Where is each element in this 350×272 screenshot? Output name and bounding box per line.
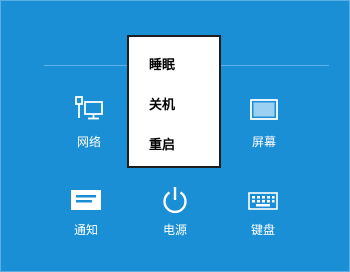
power-label: 电源	[162, 223, 187, 237]
power-tile[interactable]: 电源	[140, 183, 210, 243]
sleep-option[interactable]: 睡眠	[149, 54, 175, 73]
network-icon	[75, 96, 103, 120]
notifications-icon	[71, 190, 101, 210]
power-icon	[163, 187, 187, 214]
network-tile[interactable]: 网络	[54, 93, 124, 153]
screen-label: 屏幕	[251, 135, 276, 149]
notifications-tile[interactable]: 通知	[51, 183, 121, 243]
shutdown-option[interactable]: 关机	[149, 94, 175, 113]
keyboard-tile[interactable]: 键盘	[228, 183, 298, 243]
screen-icon	[250, 99, 278, 120]
notifications-label: 通知	[73, 223, 98, 237]
restart-option[interactable]: 重启	[149, 134, 175, 153]
keyboard-label: 键盘	[250, 223, 275, 237]
power-menu: 睡眠 关机 重启	[127, 35, 221, 168]
network-label: 网络	[76, 135, 101, 149]
keyboard-icon	[248, 192, 278, 210]
screen-tile[interactable]: 屏幕	[229, 93, 299, 153]
